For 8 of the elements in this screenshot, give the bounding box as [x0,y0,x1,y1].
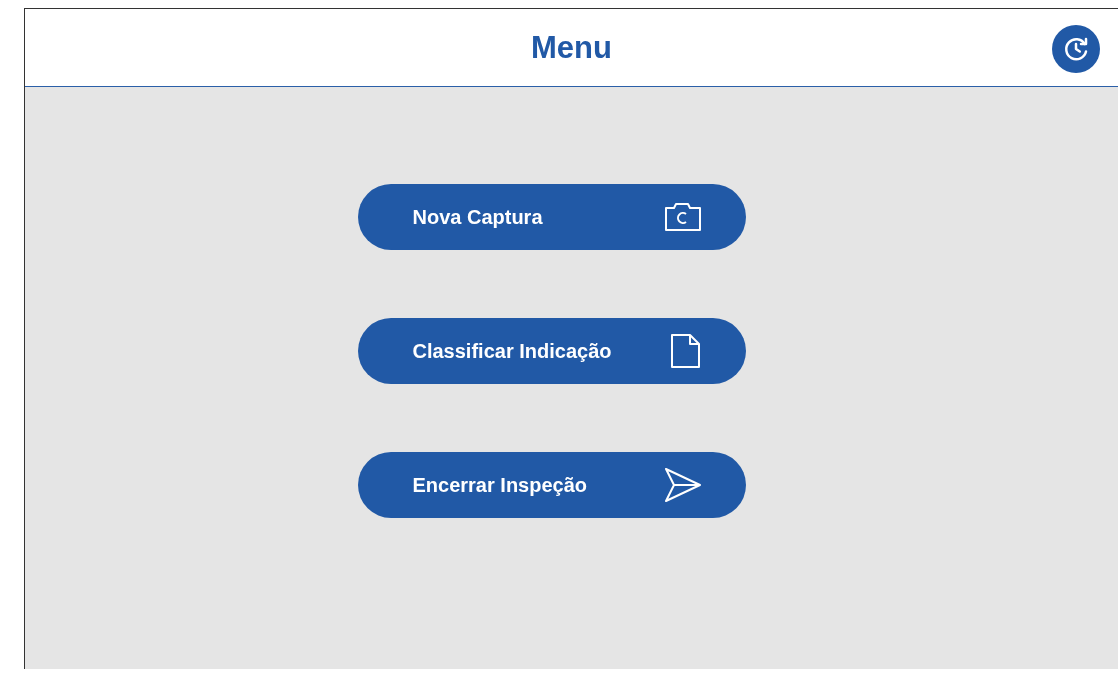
page-title: Menu [531,29,612,66]
document-icon [669,333,702,369]
menu-button[interactable]: Classificar Indicação [357,318,746,384]
menu-button[interactable]: Encerrar Inspeção [357,452,746,518]
camera-icon [663,200,702,234]
send-icon [663,467,702,503]
history-button[interactable] [1052,25,1100,73]
menu-button[interactable]: Nova Captura [357,184,746,250]
